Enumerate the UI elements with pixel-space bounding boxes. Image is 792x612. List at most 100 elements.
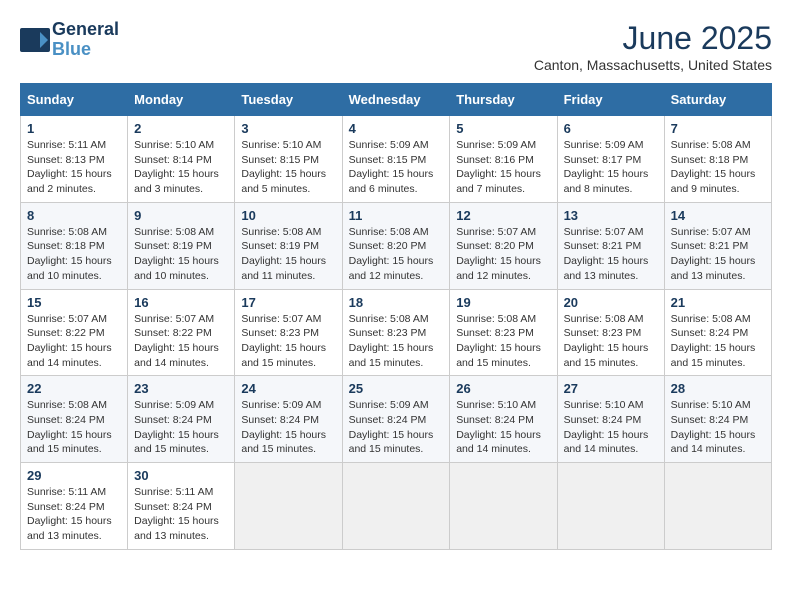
calendar-header-tuesday: Tuesday bbox=[235, 84, 342, 116]
page-header: General Blue June 2025 Canton, Massachus… bbox=[20, 20, 772, 73]
calendar-cell: 23Sunrise: 5:09 AMSunset: 8:24 PMDayligh… bbox=[128, 376, 235, 463]
calendar-cell: 27Sunrise: 5:10 AMSunset: 8:24 PMDayligh… bbox=[557, 376, 664, 463]
calendar-header-wednesday: Wednesday bbox=[342, 84, 450, 116]
day-info: Sunrise: 5:09 AMSunset: 8:17 PMDaylight:… bbox=[564, 138, 658, 197]
day-info: Sunrise: 5:10 AMSunset: 8:24 PMDaylight:… bbox=[456, 398, 550, 457]
day-info: Sunrise: 5:10 AMSunset: 8:15 PMDaylight:… bbox=[241, 138, 335, 197]
day-info: Sunrise: 5:07 AMSunset: 8:22 PMDaylight:… bbox=[134, 312, 228, 371]
calendar-header-row: SundayMondayTuesdayWednesdayThursdayFrid… bbox=[21, 84, 772, 116]
day-info: Sunrise: 5:07 AMSunset: 8:22 PMDaylight:… bbox=[27, 312, 121, 371]
day-number: 13 bbox=[564, 208, 658, 223]
calendar-cell: 18 Sunrise: 5:08 AMSunset: 8:23 PMDayligh… bbox=[342, 289, 450, 376]
calendar-header-monday: Monday bbox=[128, 84, 235, 116]
calendar-cell: 19 Sunrise: 5:08 AMSunset: 8:23 PMDayligh… bbox=[450, 289, 557, 376]
day-number: 12 bbox=[456, 208, 550, 223]
day-info: Sunrise: 5:08 AMSunset: 8:19 PMDaylight:… bbox=[134, 225, 228, 284]
calendar-cell: 16 Sunrise: 5:07 AMSunset: 8:22 PMDayligh… bbox=[128, 289, 235, 376]
calendar-cell: 17 Sunrise: 5:07 AMSunset: 8:23 PMDayligh… bbox=[235, 289, 342, 376]
day-info: Sunrise: 5:09 AMSunset: 8:24 PMDaylight:… bbox=[241, 398, 335, 457]
calendar-cell bbox=[557, 463, 664, 550]
day-info: Sunrise: 5:08 AMSunset: 8:24 PMDaylight:… bbox=[671, 312, 765, 371]
calendar-cell: 8 Sunrise: 5:08 AMSunset: 8:18 PMDaylight… bbox=[21, 202, 128, 289]
calendar-cell: 15 Sunrise: 5:07 AMSunset: 8:22 PMDayligh… bbox=[21, 289, 128, 376]
day-info: Sunrise: 5:08 AMSunset: 8:23 PMDaylight:… bbox=[456, 312, 550, 371]
logo-text: General Blue bbox=[52, 20, 119, 60]
calendar-cell: 4 Sunrise: 5:09 AMSunset: 8:15 PMDaylight… bbox=[342, 116, 450, 203]
title-section: June 2025 Canton, Massachusetts, United … bbox=[534, 20, 772, 73]
day-number: 8 bbox=[27, 208, 121, 223]
day-info: Sunrise: 5:08 AMSunset: 8:18 PMDaylight:… bbox=[27, 225, 121, 284]
day-number: 21 bbox=[671, 295, 765, 310]
calendar-cell: 10 Sunrise: 5:08 AMSunset: 8:19 PMDayligh… bbox=[235, 202, 342, 289]
calendar-week-2: 15 Sunrise: 5:07 AMSunset: 8:22 PMDayligh… bbox=[21, 289, 772, 376]
calendar-header-thursday: Thursday bbox=[450, 84, 557, 116]
day-info: Sunrise: 5:10 AMSunset: 8:14 PMDaylight:… bbox=[134, 138, 228, 197]
calendar-cell: 21 Sunrise: 5:08 AMSunset: 8:24 PMDayligh… bbox=[664, 289, 771, 376]
calendar-cell: 29 Sunrise: 5:11 AMSunset: 8:24 PMDayligh… bbox=[21, 463, 128, 550]
calendar-week-3: 22 Sunrise: 5:08 AMSunset: 8:24 PMDayligh… bbox=[21, 376, 772, 463]
calendar-body: 1Sunrise: 5:11 AMSunset: 8:13 PMDaylight… bbox=[21, 116, 772, 550]
calendar-cell: 22 Sunrise: 5:08 AMSunset: 8:24 PMDayligh… bbox=[21, 376, 128, 463]
calendar-cell: 5Sunrise: 5:09 AMSunset: 8:16 PMDaylight… bbox=[450, 116, 557, 203]
day-number: 1 bbox=[27, 121, 121, 136]
day-number: 11 bbox=[349, 208, 444, 223]
day-number: 19 bbox=[456, 295, 550, 310]
day-number: 22 bbox=[27, 381, 121, 396]
calendar-cell: 6 Sunrise: 5:09 AMSunset: 8:17 PMDaylight… bbox=[557, 116, 664, 203]
day-number: 4 bbox=[349, 121, 444, 136]
day-number: 15 bbox=[27, 295, 121, 310]
calendar-header-saturday: Saturday bbox=[664, 84, 771, 116]
calendar-cell bbox=[450, 463, 557, 550]
day-info: Sunrise: 5:11 AMSunset: 8:24 PMDaylight:… bbox=[27, 485, 121, 544]
calendar-week-4: 29 Sunrise: 5:11 AMSunset: 8:24 PMDayligh… bbox=[21, 463, 772, 550]
day-info: Sunrise: 5:07 AMSunset: 8:21 PMDaylight:… bbox=[671, 225, 765, 284]
calendar-cell: 25 Sunrise: 5:09 AMSunset: 8:24 PMDayligh… bbox=[342, 376, 450, 463]
day-info: Sunrise: 5:08 AMSunset: 8:23 PMDaylight:… bbox=[564, 312, 658, 371]
day-number: 6 bbox=[564, 121, 658, 136]
day-info: Sunrise: 5:08 AMSunset: 8:19 PMDaylight:… bbox=[241, 225, 335, 284]
day-number: 2 bbox=[134, 121, 228, 136]
day-number: 30 bbox=[134, 468, 228, 483]
day-info: Sunrise: 5:11 AMSunset: 8:24 PMDaylight:… bbox=[134, 485, 228, 544]
calendar-cell: 9 Sunrise: 5:08 AMSunset: 8:19 PMDaylight… bbox=[128, 202, 235, 289]
day-info: Sunrise: 5:10 AMSunset: 8:24 PMDaylight:… bbox=[671, 398, 765, 457]
day-number: 25 bbox=[349, 381, 444, 396]
calendar-cell bbox=[664, 463, 771, 550]
day-info: Sunrise: 5:08 AMSunset: 8:23 PMDaylight:… bbox=[349, 312, 444, 371]
day-info: Sunrise: 5:08 AMSunset: 8:24 PMDaylight:… bbox=[27, 398, 121, 457]
calendar-cell: 13 Sunrise: 5:07 AMSunset: 8:21 PMDayligh… bbox=[557, 202, 664, 289]
calendar-table: SundayMondayTuesdayWednesdayThursdayFrid… bbox=[20, 83, 772, 550]
day-info: Sunrise: 5:07 AMSunset: 8:23 PMDaylight:… bbox=[241, 312, 335, 371]
day-number: 17 bbox=[241, 295, 335, 310]
calendar-cell: 26Sunrise: 5:10 AMSunset: 8:24 PMDayligh… bbox=[450, 376, 557, 463]
day-number: 3 bbox=[241, 121, 335, 136]
day-info: Sunrise: 5:10 AMSunset: 8:24 PMDaylight:… bbox=[564, 398, 658, 457]
day-number: 23 bbox=[134, 381, 228, 396]
day-number: 7 bbox=[671, 121, 765, 136]
day-number: 18 bbox=[349, 295, 444, 310]
day-number: 10 bbox=[241, 208, 335, 223]
day-info: Sunrise: 5:07 AMSunset: 8:20 PMDaylight:… bbox=[456, 225, 550, 284]
location-text: Canton, Massachusetts, United States bbox=[534, 57, 772, 73]
calendar-week-0: 1Sunrise: 5:11 AMSunset: 8:13 PMDaylight… bbox=[21, 116, 772, 203]
calendar-cell: 2 Sunrise: 5:10 AMSunset: 8:14 PMDaylight… bbox=[128, 116, 235, 203]
day-number: 24 bbox=[241, 381, 335, 396]
day-info: Sunrise: 5:09 AMSunset: 8:24 PMDaylight:… bbox=[349, 398, 444, 457]
day-number: 14 bbox=[671, 208, 765, 223]
calendar-cell: 20 Sunrise: 5:08 AMSunset: 8:23 PMDayligh… bbox=[557, 289, 664, 376]
logo-icon bbox=[20, 28, 50, 52]
day-info: Sunrise: 5:09 AMSunset: 8:15 PMDaylight:… bbox=[349, 138, 444, 197]
day-number: 9 bbox=[134, 208, 228, 223]
day-number: 16 bbox=[134, 295, 228, 310]
day-number: 20 bbox=[564, 295, 658, 310]
day-number: 29 bbox=[27, 468, 121, 483]
calendar-cell bbox=[342, 463, 450, 550]
day-info: Sunrise: 5:08 AMSunset: 8:20 PMDaylight:… bbox=[349, 225, 444, 284]
calendar-cell: 11 Sunrise: 5:08 AMSunset: 8:20 PMDayligh… bbox=[342, 202, 450, 289]
calendar-cell: 24 Sunrise: 5:09 AMSunset: 8:24 PMDayligh… bbox=[235, 376, 342, 463]
calendar-header-sunday: Sunday bbox=[21, 84, 128, 116]
day-info: Sunrise: 5:07 AMSunset: 8:21 PMDaylight:… bbox=[564, 225, 658, 284]
calendar-cell: 12 Sunrise: 5:07 AMSunset: 8:20 PMDayligh… bbox=[450, 202, 557, 289]
calendar-cell: 28Sunrise: 5:10 AMSunset: 8:24 PMDayligh… bbox=[664, 376, 771, 463]
calendar-cell: 7Sunrise: 5:08 AMSunset: 8:18 PMDaylight… bbox=[664, 116, 771, 203]
